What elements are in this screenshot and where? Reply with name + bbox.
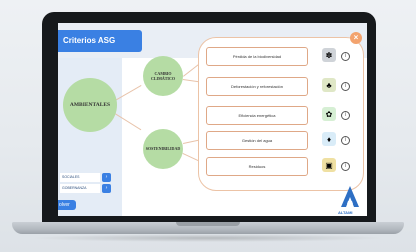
info-icon[interactable]: i	[341, 82, 350, 91]
sostenibilidad-node[interactable]: SOSTENIBILIDAD	[143, 129, 183, 169]
water-tap-icon: ♦	[322, 132, 336, 146]
info-icon[interactable]: i	[341, 52, 350, 61]
criterion-deforestacion[interactable]: Deforestación y reforestación	[206, 77, 308, 96]
nav-item-label: GOBERNANZA	[60, 184, 100, 193]
criterion-biodiversidad[interactable]: Pérdida de la biodiversidad	[206, 47, 308, 66]
info-icon[interactable]: i	[341, 111, 350, 120]
close-button[interactable]: ×	[350, 32, 362, 44]
energy-leaf-icon: ✿	[322, 107, 336, 121]
info-icon[interactable]: i	[341, 136, 350, 145]
laptop-notch	[176, 222, 240, 226]
nav-item-arrow-button[interactable]: ›	[102, 173, 111, 182]
page-title: Criterios ASG	[58, 30, 142, 52]
cambio-climatico-node[interactable]: CAMBIO CLIMÁTICO	[143, 56, 183, 96]
volver-button[interactable]: olver	[58, 200, 76, 210]
waste-bin-icon: ▣	[322, 158, 336, 172]
laptop-shadow	[30, 234, 386, 242]
earth-icon: ✽	[322, 48, 336, 62]
screen: Criterios ASG AMBIENTALES CAMBIO CLIMÁTI…	[58, 23, 367, 216]
ambientales-node[interactable]: AMBIENTALES	[63, 78, 117, 132]
criterion-eficiencia[interactable]: Eficiencia energética	[206, 106, 308, 125]
criterion-agua[interactable]: Gestión del agua	[206, 131, 308, 150]
nav-item-arrow-button[interactable]: ›	[102, 184, 111, 193]
criterion-residuos[interactable]: Residuos	[206, 157, 308, 176]
info-icon[interactable]: i	[341, 162, 350, 171]
brand-name: ALTAMI	[338, 210, 353, 215]
nav-item-label: SOCIALES	[60, 173, 100, 182]
altami-logo-icon	[341, 186, 359, 207]
tree-icon: ♣	[322, 78, 336, 92]
